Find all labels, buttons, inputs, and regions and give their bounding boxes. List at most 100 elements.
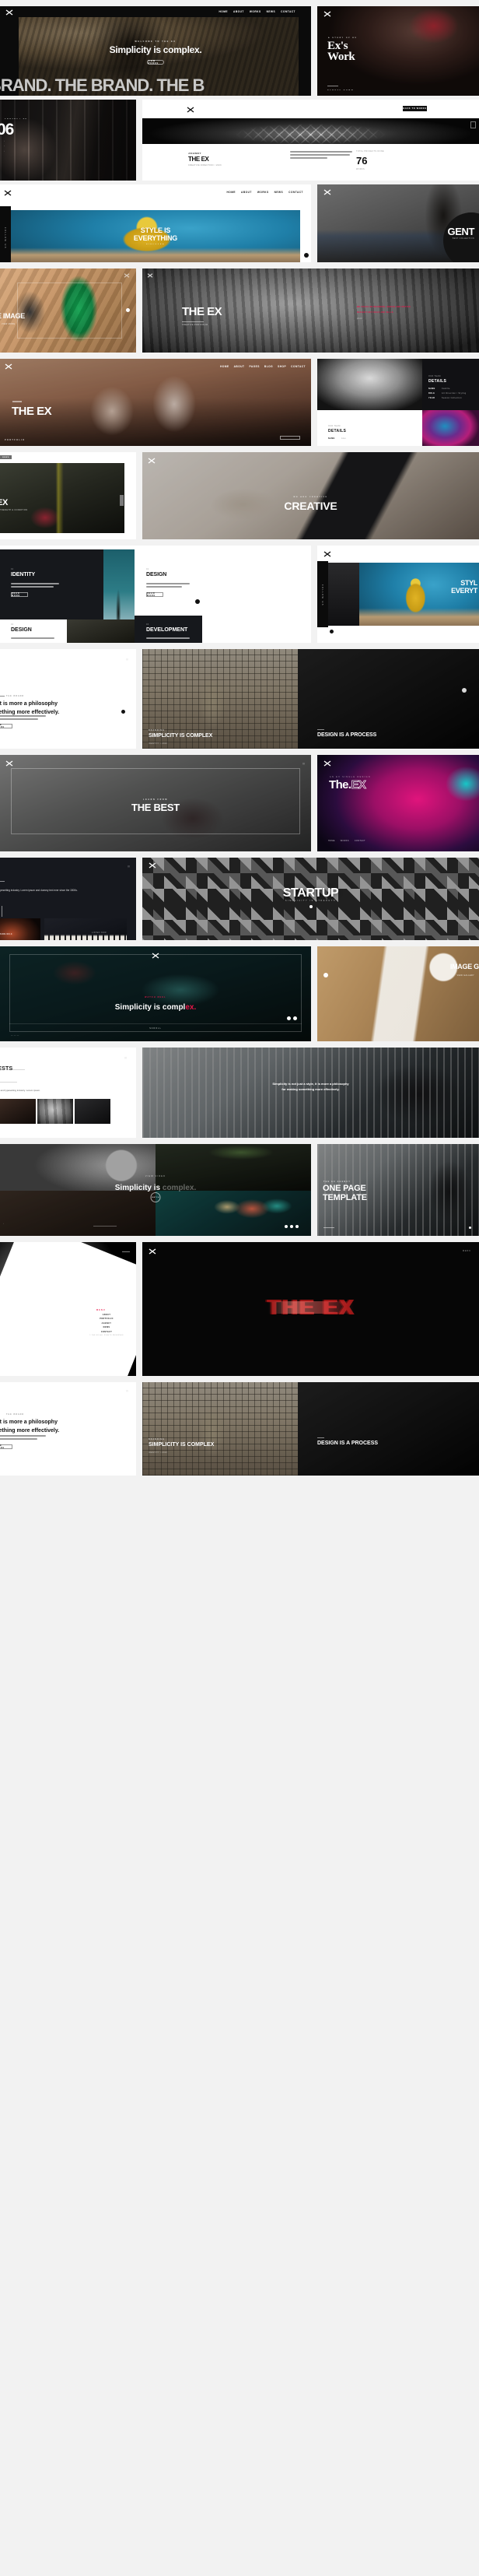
shot-diagonal-menu[interactable]: MENU ABOUT PORTFOLIO AGENCY NEWS CONTACT… bbox=[0, 1242, 136, 1376]
shot-services-grid[interactable]: 01 IDENTITY READ MORE 02 DESIGN READ MOR… bbox=[0, 546, 311, 643]
hero-link[interactable]: HOME bbox=[328, 840, 335, 842]
logo-mark[interactable] bbox=[149, 1248, 156, 1255]
next-button[interactable] bbox=[121, 710, 125, 714]
shot-music-block[interactable]: ||| printing and typesetting industry. L… bbox=[0, 858, 136, 940]
logo-mark[interactable] bbox=[323, 760, 331, 767]
slider-next-button[interactable] bbox=[126, 308, 130, 312]
page-dot-active[interactable] bbox=[287, 1016, 291, 1020]
shot-johnny-the-ex[interactable]: BACK TO WORKS JOHNNY THE EX CREATIVE DIR… bbox=[142, 100, 479, 181]
logo-mark[interactable] bbox=[5, 363, 12, 370]
logo-mark[interactable] bbox=[187, 107, 194, 113]
main-nav[interactable]: HOME ABOUT WORKS NEWS CONTACT bbox=[219, 10, 295, 13]
nav-item[interactable]: SHOP bbox=[278, 365, 286, 368]
menu-item[interactable]: CONTACT bbox=[101, 1331, 112, 1333]
nav-item[interactable]: ABOUT bbox=[241, 191, 252, 194]
shot-exs-work[interactable]: A STORY OF EX Ex's Work SCROLL DOWN bbox=[317, 6, 479, 96]
logo-mark[interactable] bbox=[4, 190, 12, 196]
nav-item[interactable]: HOME bbox=[220, 365, 229, 368]
menu-item[interactable]: AGENCY bbox=[102, 1322, 112, 1325]
shot-image-gallery-left[interactable]: E IMAGE VIEW MORE bbox=[0, 268, 136, 353]
nav-item[interactable]: PAGES bbox=[249, 365, 259, 368]
shot-image-gallery-right[interactable]: IMAGE GA VIEW GALLERY bbox=[317, 946, 479, 1041]
hero-links[interactable]: HOME WORKS CONTACT bbox=[328, 840, 365, 842]
page-dot[interactable] bbox=[293, 1016, 297, 1020]
progress-bar[interactable] bbox=[93, 1226, 117, 1227]
page-dot-active[interactable] bbox=[305, 237, 306, 239]
page-indicator[interactable] bbox=[469, 1227, 471, 1229]
menu-label[interactable]: MENU bbox=[463, 1250, 471, 1252]
shot-the-ex-gradient[interactable]: AN EX SINGLE DESIGN The. EX HOME WORKS C… bbox=[317, 755, 479, 851]
logo-mark[interactable] bbox=[148, 458, 156, 464]
slider-handle[interactable] bbox=[120, 495, 124, 506]
page-dot[interactable] bbox=[295, 1225, 299, 1228]
shot-the-ex-bw[interactable]: THE EX CREATIVE PORTFOLIO WE FOCUS ON BR… bbox=[142, 268, 479, 353]
nav-item[interactable]: ABOUT bbox=[233, 10, 244, 13]
nav-item[interactable]: HOME bbox=[226, 191, 236, 194]
watch-button[interactable]: WATCH bbox=[150, 1192, 161, 1202]
shot-boxer-ex[interactable]: NEWS EX STRENGTH & CONDITION bbox=[0, 452, 136, 539]
menu-item[interactable]: ABOUT bbox=[103, 1314, 111, 1316]
philosophy-button[interactable]: SEE MORE bbox=[0, 724, 12, 728]
scroll-button[interactable] bbox=[304, 253, 309, 258]
card-next-button[interactable] bbox=[462, 688, 467, 693]
design-button[interactable]: READ MORE bbox=[146, 592, 163, 597]
menu-icon[interactable]: ||| bbox=[126, 1390, 128, 1392]
close-icon[interactable] bbox=[122, 1251, 130, 1252]
tag-badge[interactable]: NEWS bbox=[0, 455, 12, 459]
logo-mark[interactable] bbox=[147, 273, 153, 278]
nav-item[interactable]: WORKS bbox=[250, 10, 261, 13]
shot-the-best[interactable]: ||| LEARN FROM THE BEST bbox=[0, 755, 311, 851]
menu-item[interactable]: NEWS bbox=[103, 1326, 110, 1328]
hero-cta-button[interactable]: VIEW WORKS bbox=[147, 60, 164, 65]
identity-button[interactable]: READ MORE bbox=[11, 592, 28, 597]
philosophy-button-2[interactable]: SEE MORE bbox=[0, 1444, 12, 1449]
logo-mark[interactable] bbox=[323, 189, 331, 195]
shot-design-is-a-process[interactable]: DESIGN IS A PROCESS bbox=[298, 649, 479, 749]
footer-button[interactable] bbox=[280, 436, 300, 440]
video-pagination[interactable] bbox=[287, 1016, 297, 1020]
main-nav[interactable]: HOME ABOUT WORKS NEWS CONTACT bbox=[226, 191, 303, 194]
shot-the-ex-red[interactable]: MENU THE EX bbox=[142, 1242, 479, 1376]
progress-track[interactable] bbox=[9, 1023, 302, 1024]
shot-brand-marquee[interactable]: HOME ABOUT WORKS NEWS CONTACT WELCOME TO… bbox=[0, 6, 311, 96]
nav-item[interactable]: CONTACT bbox=[291, 365, 306, 368]
services-next-button[interactable] bbox=[195, 599, 200, 604]
shot-requests[interactable]: ||| UESTS printing and typesetting indus… bbox=[0, 1048, 136, 1138]
shot-the-ex-desert[interactable]: HOME ABOUT PAGES BLOG SHOP CONTACT THE E… bbox=[0, 359, 311, 446]
slider-prev-button[interactable] bbox=[323, 973, 328, 977]
logo-mark[interactable] bbox=[149, 862, 156, 869]
logo-mark[interactable] bbox=[5, 760, 13, 767]
shot-simplicity-is-complex[interactable]: BRANDING SIMPLICITY IS COMPLEX IDENTITY … bbox=[142, 649, 298, 749]
shot-one-page-template[interactable]: THE EX AGENCY ONE PAGE TEMPLATE bbox=[317, 1144, 479, 1236]
logo-mark[interactable] bbox=[5, 9, 13, 16]
scroll-button[interactable] bbox=[309, 905, 313, 908]
shot-startup[interactable]: STARTUP SIMPLICITY IS STRENGTH bbox=[142, 858, 479, 940]
shot-gentleman[interactable]: GENT BEST COLLECTION bbox=[317, 184, 479, 262]
scroll-button[interactable] bbox=[330, 630, 334, 633]
shot-philosophy-2[interactable]: ||| THE BRAND le, it is more a philosoph… bbox=[0, 1382, 136, 1476]
nav-item[interactable]: NEWS bbox=[274, 191, 284, 194]
back-to-works-button[interactable]: BACK TO WORKS bbox=[403, 106, 427, 111]
shot-creative[interactable]: WE ARE CREATIVE CREATIVE bbox=[142, 452, 479, 539]
slide-cta[interactable]: DISCOVER bbox=[146, 244, 165, 245]
shot-simplicity-is-complex-2[interactable]: BRANDING SIMPLICITY IS COMPLEX IDENTITY … bbox=[142, 1382, 298, 1476]
page-dot-active[interactable] bbox=[285, 1225, 288, 1228]
shot-philosophy[interactable]: ||| THE BRAND le, it is more a philosoph… bbox=[0, 649, 136, 749]
slider-pagination[interactable] bbox=[305, 230, 306, 239]
shot-style-everything[interactable]: HOME ABOUT WORKS NEWS CONTACT STYLE IS E… bbox=[0, 184, 311, 262]
nav-item[interactable]: BLOG bbox=[264, 365, 273, 368]
logo-mark[interactable] bbox=[152, 953, 159, 959]
logo-mark[interactable] bbox=[323, 551, 331, 557]
nav-item[interactable]: NEWS bbox=[267, 10, 276, 13]
menu-item[interactable]: PORTFOLIO bbox=[100, 1318, 114, 1320]
page-dot[interactable] bbox=[305, 233, 306, 235]
shot-design-is-a-process-2[interactable]: DESIGN IS A PROCESS bbox=[298, 1382, 479, 1476]
hero-link[interactable]: WORKS bbox=[341, 840, 349, 842]
shot-laptop-quote[interactable]: Simplicity is not just a style, it is mo… bbox=[142, 1048, 479, 1138]
logo-mark[interactable] bbox=[323, 11, 331, 17]
shot-simplicity-mosaic[interactable]: Simplicity is complex. VIEW VIDEO WATCH … bbox=[0, 1144, 311, 1236]
page-dot[interactable] bbox=[305, 230, 306, 231]
slider-pagination[interactable] bbox=[285, 1225, 299, 1228]
shot-details-card[interactable]: OUR TEAM DETAILS NAME Camille ROLE Art D… bbox=[317, 359, 479, 446]
menu-icon[interactable]: ||| bbox=[128, 865, 130, 868]
